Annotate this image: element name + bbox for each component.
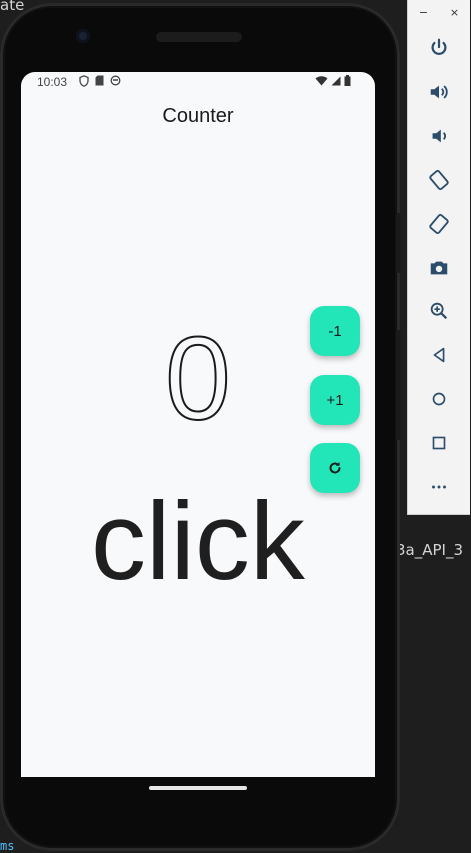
screenshot-button[interactable] — [408, 250, 470, 286]
notification-icons — [79, 75, 121, 90]
page-title: Counter — [162, 105, 234, 127]
rotate-right-button[interactable] — [408, 206, 470, 242]
back-icon — [433, 347, 445, 363]
home-gesture-handle[interactable] — [149, 786, 247, 790]
rotate-left-button[interactable] — [408, 162, 470, 198]
ide-code-fragment: ms — [0, 839, 15, 853]
status-bar: 10:03 — [21, 72, 375, 92]
refresh-icon — [329, 462, 341, 474]
volume-down-icon — [432, 129, 446, 143]
more-icon — [432, 485, 446, 489]
status-time: 10:03 — [37, 75, 68, 89]
power-icon — [431, 38, 447, 55]
zoom-icon — [430, 302, 448, 320]
earpiece-speaker — [156, 32, 242, 42]
back-button[interactable] — [408, 337, 470, 373]
emulator-window-controls: − × — [408, 6, 470, 19]
wifi-icon — [315, 75, 328, 89]
camera-icon — [430, 261, 448, 275]
rotate-right-icon — [429, 213, 449, 235]
volume-down-button[interactable] — [408, 118, 470, 154]
minimize-button[interactable]: − — [415, 6, 432, 19]
rotate-left-icon — [429, 169, 449, 191]
signal-icon — [331, 76, 341, 89]
overview-icon — [432, 436, 446, 450]
sync-icon — [110, 75, 121, 90]
home-icon — [432, 392, 446, 406]
close-button[interactable]: × — [446, 6, 463, 19]
decrement-button[interactable]: -1 — [310, 306, 360, 356]
home-button[interactable] — [408, 381, 470, 417]
volume-up-icon — [430, 85, 448, 99]
overview-button[interactable] — [408, 425, 470, 461]
zoom-button[interactable] — [408, 293, 470, 329]
phone-volume-key — [396, 330, 401, 440]
increment-button[interactable]: +1 — [310, 375, 360, 425]
battery-icon — [344, 75, 351, 89]
desktop: ate 3a_API_3 ms − × 10:03 Counter 0 clic… — [0, 0, 471, 853]
gesture-nav-bar — [21, 777, 375, 817]
ide-device-name-fragment: 3a_API_3 — [396, 541, 464, 559]
click-label: click — [91, 480, 305, 603]
emulator-toolbar: − × — [407, 0, 470, 515]
volume-up-button[interactable] — [408, 74, 470, 110]
system-status-icons — [315, 75, 351, 89]
reset-button[interactable] — [310, 443, 360, 493]
power-button[interactable] — [408, 30, 470, 66]
phone-power-key — [396, 213, 401, 273]
sd-card-icon — [95, 75, 104, 90]
shield-icon — [79, 75, 89, 90]
more-button[interactable] — [408, 469, 470, 505]
device-screen: 10:03 Counter 0 click -1 +1 — [21, 72, 375, 777]
front-camera — [76, 29, 90, 43]
